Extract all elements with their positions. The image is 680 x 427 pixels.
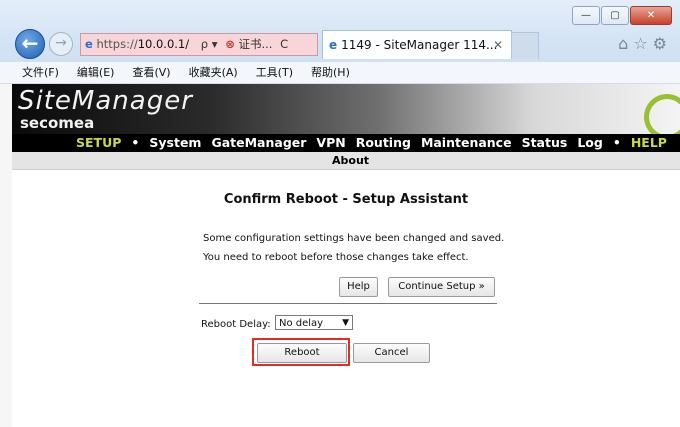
close-window-button[interactable]: ✕ — [630, 6, 672, 25]
menu-bar: 文件(F) 编辑(E) 查看(V) 收藏夹(A) 工具(T) 帮助(H) — [0, 62, 680, 84]
reboot-delay-label: Reboot Delay: — [201, 319, 271, 330]
nav-maintenance[interactable]: Maintenance — [421, 134, 512, 152]
address-protocol: https:// — [96, 37, 138, 51]
reboot-delay-select[interactable]: No delay ▼ — [275, 315, 353, 330]
nav-log[interactable]: Log — [577, 134, 603, 152]
browser-chrome: — ▢ ✕ ← → e https://10.0.0.1/ ρ ▾ ⊗ 证书..… — [0, 0, 680, 62]
search-dropdown-icon[interactable]: ρ ▾ — [201, 37, 218, 51]
address-bar[interactable]: e https://10.0.0.1/ ρ ▾ ⊗ 证书... C — [80, 33, 318, 56]
nav-gatemanager[interactable]: GateManager — [211, 134, 306, 152]
menu-help[interactable]: 帮助(H) — [311, 62, 350, 83]
refresh-icon[interactable]: C — [280, 37, 288, 51]
nav-routing[interactable]: Routing — [356, 134, 411, 152]
sitemanager-banner: SiteManager secomea — [12, 84, 680, 134]
window-controls: — ▢ ✕ — [571, 6, 672, 25]
help-button[interactable]: Help — [339, 277, 378, 297]
certificate-error-label[interactable]: 证书... — [238, 37, 272, 51]
nav-bullet: • — [131, 135, 140, 150]
certificate-error-icon[interactable]: ⊗ — [225, 37, 235, 51]
menu-favorites[interactable]: 收藏夹(A) — [189, 62, 238, 83]
chevron-down-icon: ▼ — [342, 318, 349, 328]
toolbar-icons[interactable]: ⌂☆⚙ — [618, 34, 672, 53]
page-title: Confirm Reboot - Setup Assistant — [223, 192, 469, 207]
forward-button[interactable]: → — [49, 32, 73, 56]
minimize-button[interactable]: — — [572, 6, 600, 25]
nav-vpn[interactable]: VPN — [316, 134, 345, 152]
info-message-saved: Some configuration settings have been ch… — [203, 233, 505, 244]
nav-status[interactable]: Status — [522, 134, 568, 152]
address-host: 10.0.0.1/ — [137, 37, 190, 51]
continue-setup-button[interactable]: Continue Setup » — [388, 277, 495, 297]
back-arrow-icon: ← — [21, 31, 39, 55]
cancel-button[interactable]: Cancel — [353, 343, 430, 363]
menu-view[interactable]: 查看(V) — [132, 62, 170, 83]
maximize-button[interactable]: ▢ — [601, 6, 629, 25]
ie-tab-icon: e — [329, 38, 338, 52]
browser-tab[interactable]: e 1149 - SiteManager 114... ✕ — [322, 30, 512, 59]
sub-navigation: About — [12, 152, 680, 170]
confirm-reboot-panel: Confirm Reboot - Setup Assistant Some co… — [12, 170, 680, 427]
subnav-about[interactable]: About — [332, 152, 369, 169]
menu-edit[interactable]: 编辑(E) — [77, 62, 115, 83]
sitemanager-logo: SiteManager — [18, 86, 193, 116]
new-tab-button[interactable] — [511, 32, 539, 59]
tab-close-icon[interactable]: ✕ — [493, 31, 503, 59]
info-message-reboot: You need to reboot before those changes … — [203, 252, 469, 263]
tab-title: 1149 - SiteManager 114... — [341, 38, 498, 52]
main-navigation: SETUP • System GateManager VPN Routing M… — [12, 134, 680, 152]
nav-bullet: • — [612, 135, 621, 150]
menu-tools[interactable]: 工具(T) — [256, 62, 293, 83]
reboot-delay-value: No delay — [279, 318, 324, 329]
secomea-logo: secomea — [20, 114, 95, 132]
forward-arrow-icon: → — [55, 35, 67, 51]
ie-page-icon: e — [85, 37, 93, 51]
nav-system[interactable]: System — [149, 134, 201, 152]
divider — [199, 303, 497, 304]
back-button[interactable]: ← — [15, 29, 45, 59]
nav-setup[interactable]: SETUP — [76, 134, 121, 152]
nav-help[interactable]: HELP — [631, 134, 667, 152]
brand-arc-icon — [644, 94, 680, 134]
reboot-highlight-box — [252, 338, 350, 366]
menu-file[interactable]: 文件(F) — [22, 62, 59, 83]
